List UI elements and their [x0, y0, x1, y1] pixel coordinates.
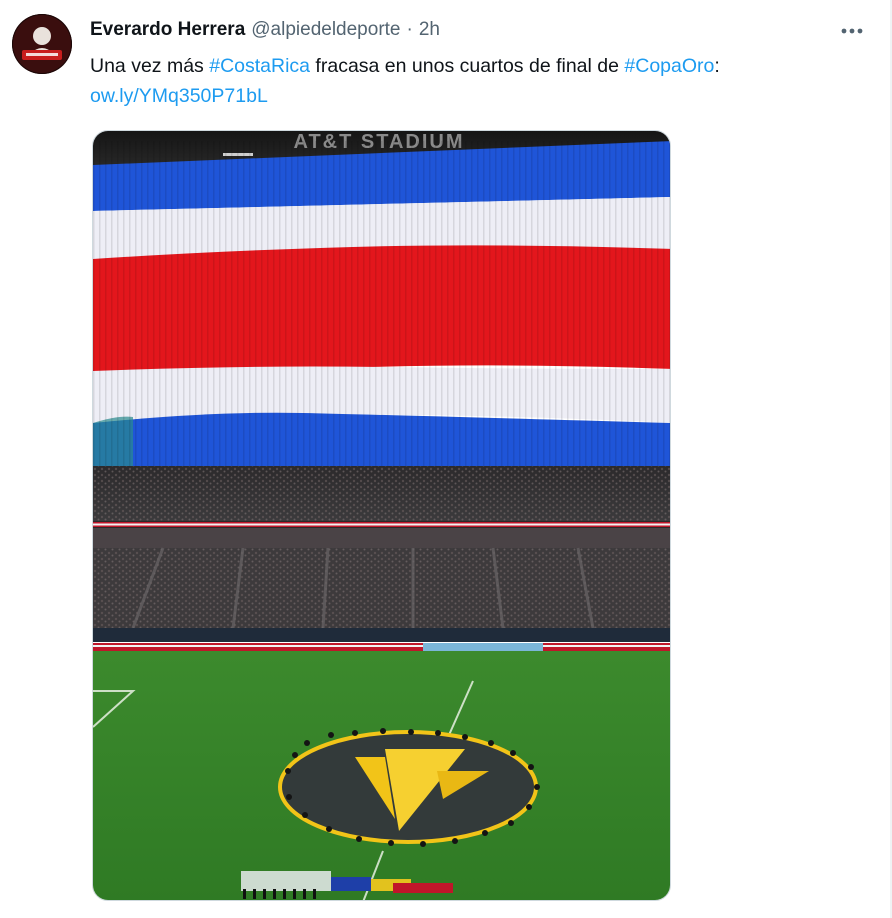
more-options-button[interactable] — [838, 20, 866, 42]
tweet-text-segment: fracasa en unos cuartos de final de — [310, 55, 625, 77]
tweet-text-line-1: Una vez más #CostaRica fracasa en unos c… — [90, 51, 870, 81]
author-handle[interactable]: @alpiedeldeporte — [251, 19, 400, 41]
tweet-timestamp[interactable]: 2h — [419, 19, 440, 41]
tweet-text: Una vez más #CostaRica fracasa en unos c… — [90, 51, 870, 111]
author-name[interactable]: Everardo Herrera — [90, 19, 245, 41]
tweet-text-segment: : — [714, 55, 720, 77]
tweet-text-line-2: ow.ly/YMq350P71bL — [90, 81, 870, 111]
hashtag-costarica-link[interactable]: #CostaRica — [209, 55, 310, 77]
tweet-card[interactable]: Everardo Herrera @alpiedeldeporte · 2h U… — [0, 0, 890, 918]
tweet-photo[interactable]: AT&T STADIUM — [92, 130, 671, 901]
hashtag-copaoro-link[interactable]: #CopaOro — [624, 55, 714, 77]
costa-rica-flag-screen — [93, 141, 670, 466]
tweet-header: Everardo Herrera @alpiedeldeporte · 2h — [90, 18, 440, 42]
more-horizontal-icon — [841, 28, 863, 34]
stadium-photo-image: AT&T STADIUM — [93, 131, 670, 900]
avatar-logo-icon — [12, 14, 72, 74]
external-link[interactable]: ow.ly/YMq350P71bL — [90, 85, 268, 107]
author-avatar[interactable] — [12, 14, 72, 74]
header-separator: · — [406, 19, 413, 40]
tweet-text-segment: Una vez más — [90, 55, 210, 77]
ribbon-flags — [93, 522, 670, 527]
